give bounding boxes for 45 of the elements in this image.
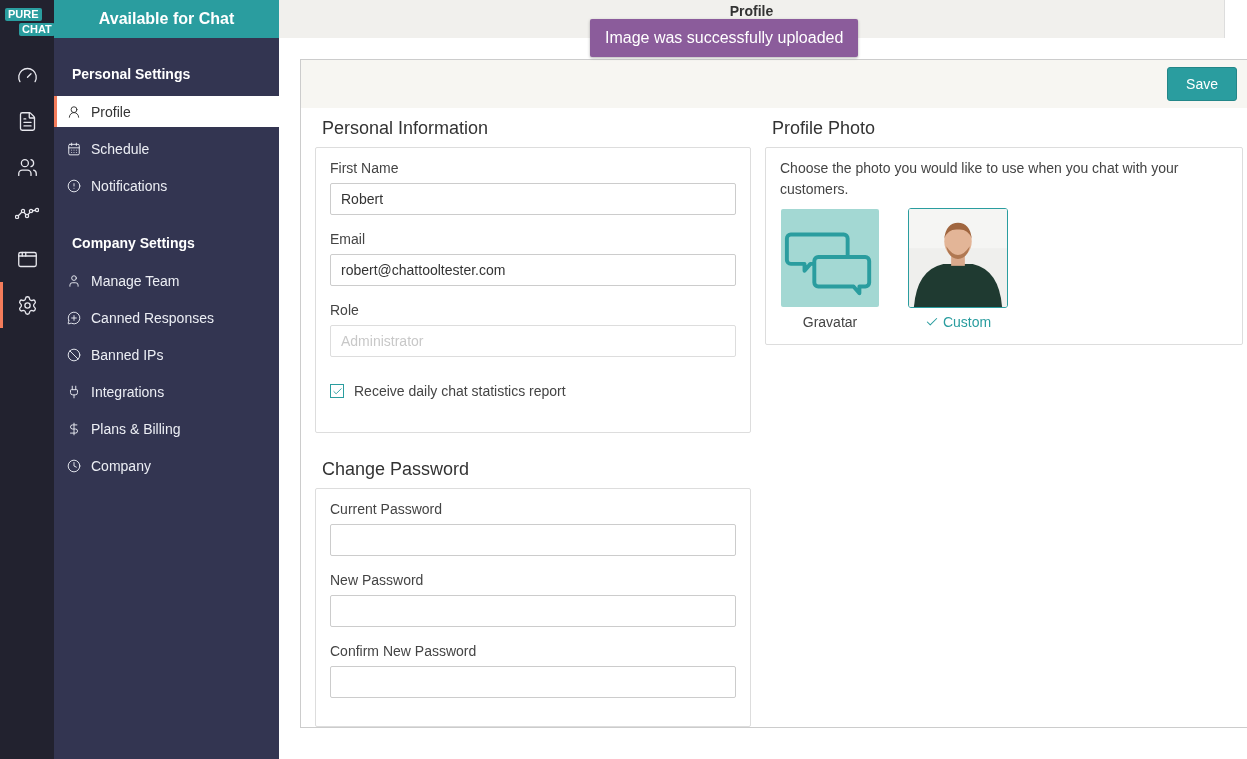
sidebar-item[interactable]: Plans & Billing: [54, 413, 279, 444]
field-label: Email: [330, 231, 366, 247]
toast-message: Image was successfully uploaded: [590, 19, 859, 57]
check-icon: [924, 315, 939, 329]
people-icon: [16, 156, 38, 178]
field-label: Current Password: [330, 501, 444, 517]
sidebar-item[interactable]: Schedule: [54, 133, 279, 164]
sidebar-item[interactable]: Integrations: [54, 376, 279, 407]
calendar-icon: [67, 141, 81, 156]
section-title: Profile Photo: [772, 118, 877, 139]
alert-icon: [67, 178, 81, 193]
clock-icon: [67, 458, 81, 473]
password-field[interactable]: [330, 666, 736, 698]
sidebar-item[interactable]: Canned Responses: [54, 302, 279, 333]
settings-icon: [16, 294, 38, 316]
sidebar-item[interactable]: Notifications: [54, 170, 279, 201]
plug-icon: [67, 384, 81, 399]
text-field[interactable]: robert@chattooltester.com: [330, 254, 736, 286]
sidebar-item[interactable]: Company: [54, 450, 279, 481]
field-label: Role: [330, 302, 360, 318]
section-title: Change Password: [322, 459, 471, 480]
field-label: First Name: [330, 160, 400, 176]
page-title: Profile: [729, 3, 774, 19]
checkbox[interactable]: [330, 384, 344, 398]
password-field[interactable]: [330, 595, 736, 627]
line-chart-icon: [15, 207, 39, 219]
user-icon: [67, 273, 81, 288]
password-field[interactable]: [330, 524, 736, 556]
ban-icon: [67, 347, 81, 362]
section-title: Personal Information: [322, 118, 490, 139]
dollar-icon: [67, 421, 81, 436]
description-text: Choose the photo you would like to use when you chat with your customers.: [780, 159, 1180, 199]
user-icon: [67, 104, 81, 119]
field-label: Confirm New Password: [330, 643, 478, 659]
checkbox-label: Receive daily chat statistics report: [354, 383, 566, 399]
text-field[interactable]: Robert: [330, 183, 736, 215]
photo-option-label[interactable]: Gravatar: [802, 314, 858, 330]
sidebar-item[interactable]: Banned IPs: [54, 339, 279, 370]
section-heading: Personal Settings: [71, 65, 192, 84]
section-heading: Company Settings: [71, 234, 196, 253]
chat-bubble-icon: [67, 310, 81, 325]
sidebar-item[interactable]: Profile: [54, 96, 279, 127]
field-label: New Password: [330, 572, 425, 588]
sidebar-item[interactable]: Manage Team: [54, 265, 279, 296]
chat-bubbles-icon[interactable]: [780, 208, 880, 308]
